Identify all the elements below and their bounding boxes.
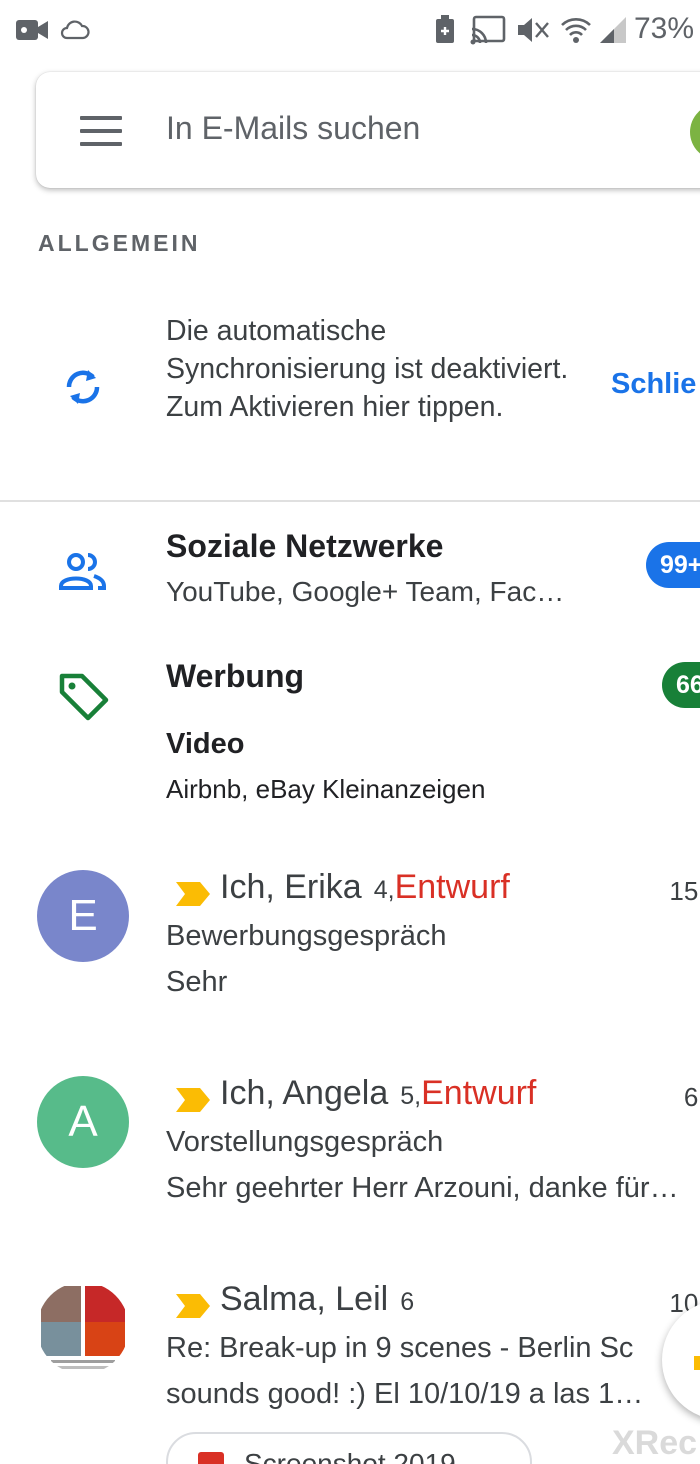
tag-icon — [56, 668, 110, 722]
category-senders: Airbnb, eBay Kleinanzeigen — [166, 774, 486, 804]
cloud-sync-icon — [60, 14, 90, 46]
mail-row[interactable]: E Ich, Erika 4,Entwurf 15.1 Bewerbungsges… — [0, 868, 700, 1060]
draft-label: Entwurf — [421, 1074, 537, 1112]
sync-icon — [60, 364, 106, 410]
important-icon[interactable] — [176, 1088, 210, 1112]
mute-icon — [516, 14, 550, 46]
cast-icon — [470, 14, 506, 46]
mail-date: 15.1 — [669, 876, 700, 906]
mail-row[interactable]: A Ich, Angela 5,Entwurf 6.1 Vorstellungsg… — [0, 1074, 700, 1266]
close-notice-button[interactable]: Schlie — [611, 368, 696, 401]
category-title: Soziale Netzwerke — [166, 528, 444, 564]
search-bar[interactable]: In E-Mails suchen — [36, 72, 700, 188]
account-avatar[interactable] — [690, 104, 700, 160]
mail-snippet: Sehr — [166, 966, 228, 998]
video-camera-icon — [16, 14, 50, 46]
attachment-chip[interactable]: Screenshot 2019 — [166, 1432, 532, 1464]
important-icon[interactable] — [176, 882, 210, 906]
mail-snippet: sounds good! :) El 10/10/19 a las 1… — [166, 1378, 644, 1410]
divider — [0, 500, 700, 502]
category-highlight: Video — [166, 728, 245, 760]
search-input[interactable]: In E-Mails suchen — [166, 110, 420, 147]
menu-icon[interactable] — [80, 116, 122, 146]
signal-icon — [598, 14, 628, 46]
watermark: XRec — [612, 1424, 698, 1462]
sender-name: Salma, Leil — [220, 1280, 389, 1318]
sync-notice-text: Die automatische Synchronisierung ist de… — [166, 315, 569, 423]
mail-sender: Ich, Erika 4,Entwurf — [220, 868, 510, 907]
mail-subject: Vorstellungsgespräch — [166, 1126, 444, 1158]
thread-count: 5, — [400, 1082, 422, 1110]
thread-count: 4, — [373, 876, 395, 904]
wifi-icon — [560, 14, 592, 46]
mail-snippet: Sehr geehrter Herr Arzouni, danke für… — [166, 1172, 679, 1204]
sender-avatar-image[interactable] — [37, 1282, 129, 1374]
category-promotions[interactable]: Werbung Video Airbnb, eBay Kleinanzeigen… — [0, 650, 700, 820]
status-bar: 73% — [0, 0, 700, 60]
category-title: Werbung — [166, 658, 305, 694]
unread-badge: 99+ — [646, 542, 700, 588]
thread-count: 6 — [400, 1288, 415, 1316]
mail-date: 6.1 — [683, 1082, 700, 1112]
compose-icon — [694, 1356, 700, 1370]
sender-avatar[interactable]: E — [37, 870, 129, 962]
category-social[interactable]: Soziale Netzwerke YouTube, Google+ Team,… — [0, 520, 700, 620]
battery-level: 73% — [633, 12, 694, 45]
category-senders: YouTube, Google+ Team, Fac… — [166, 576, 565, 607]
people-icon — [56, 544, 110, 598]
section-label: ALLGEMEIN — [38, 230, 201, 256]
unread-badge: 66 — [662, 662, 700, 708]
mail-sender: Salma, Leil 6 — [220, 1280, 414, 1319]
important-icon[interactable] — [176, 1294, 210, 1318]
attachment-name: Screenshot 2019 — [244, 1448, 456, 1464]
mail-subject: Re: Break-up in 9 scenes - Berlin Sc — [166, 1332, 634, 1364]
battery-saver-icon — [434, 14, 456, 46]
draft-label: Entwurf — [394, 868, 510, 906]
mail-subject: Bewerbungsgespräch — [166, 920, 447, 952]
sync-notice[interactable]: Die automatische Synchronisierung ist de… — [0, 300, 700, 500]
image-file-icon — [198, 1452, 224, 1464]
sender-avatar[interactable]: A — [37, 1076, 129, 1168]
sender-name: Ich, Erika — [220, 868, 362, 906]
sender-name: Ich, Angela — [220, 1074, 389, 1112]
mail-sender: Ich, Angela 5,Entwurf — [220, 1074, 536, 1113]
gmail-screen: 73% In E-Mails suchen ALLGEMEIN Die auto… — [0, 0, 700, 1464]
